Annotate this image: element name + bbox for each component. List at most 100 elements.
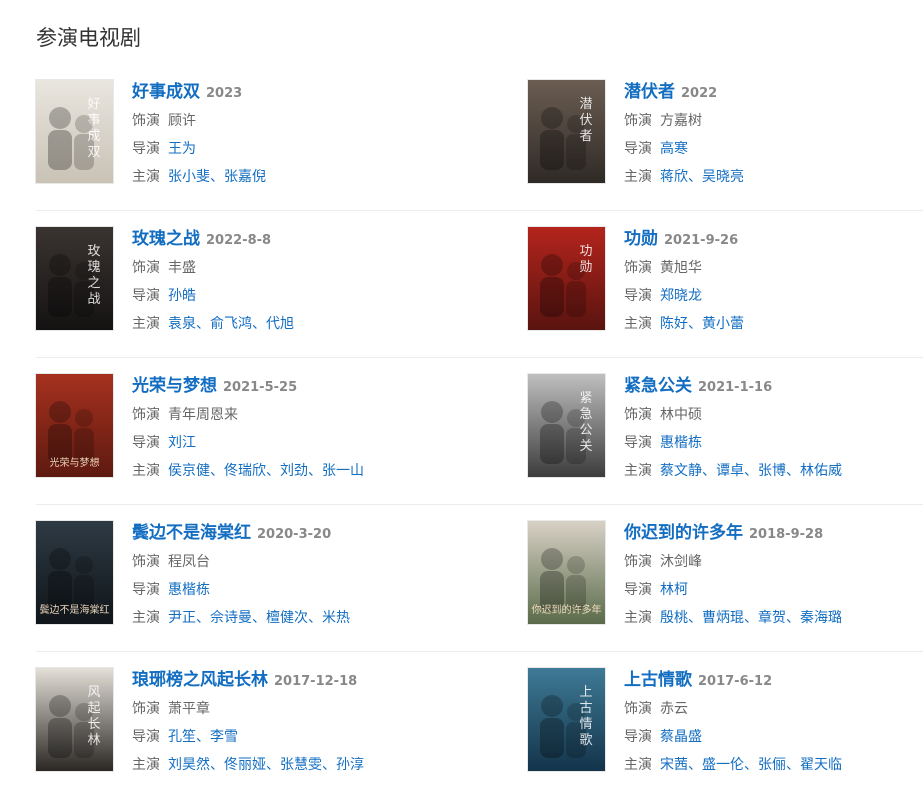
poster-image[interactable]: 玫瑰之战: [36, 227, 113, 330]
person-link[interactable]: 章贺: [758, 610, 786, 626]
svg-text:事: 事: [87, 113, 100, 128]
director-list: 郑晓龙: [660, 288, 702, 304]
person-link[interactable]: 张嘉倪: [224, 169, 266, 185]
role-value: 方嘉树: [660, 113, 702, 129]
cast-list: 尹正、佘诗曼、檀健次、米热: [168, 610, 350, 626]
series-title-link[interactable]: 潜伏者: [624, 82, 675, 102]
tv-series-grid: 好事成双 好事成双 2023 饰演 顾许 导演 王为 主演 张小斐、张嘉倪 潜伏者 潜伏…: [0, 0, 923, 799]
poster-image[interactable]: 功勋: [528, 227, 605, 330]
series-title-link[interactable]: 玫瑰之战: [132, 229, 200, 249]
separator: 、: [210, 757, 224, 773]
person-link[interactable]: 李雪: [210, 729, 238, 745]
poster-image[interactable]: 鬓边不是海棠红: [36, 521, 113, 624]
series-title-link[interactable]: 鬓边不是海棠红: [132, 523, 251, 543]
series-title-link[interactable]: 你迟到的许多年: [624, 523, 743, 543]
person-link[interactable]: 张一山: [322, 463, 364, 479]
series-title-link[interactable]: 光荣与梦想: [132, 376, 217, 396]
person-link[interactable]: 蒋欣: [660, 169, 688, 185]
series-title-link[interactable]: 上古情歌: [624, 670, 692, 690]
person-link[interactable]: 刘昊然: [168, 757, 210, 773]
person-link[interactable]: 檀健次: [266, 610, 308, 626]
svg-text:者: 者: [579, 129, 592, 144]
person-link[interactable]: 张博: [758, 463, 786, 479]
release-date: 2020-3-20: [257, 527, 332, 542]
row-divider: [36, 651, 923, 652]
person-link[interactable]: 米热: [322, 610, 350, 626]
person-link[interactable]: 刘江: [168, 435, 196, 451]
person-link[interactable]: 佘诗曼: [210, 610, 252, 626]
person-link[interactable]: 蔡文静: [660, 463, 702, 479]
separator: 、: [196, 729, 210, 745]
poster-image[interactable]: 你迟到的许多年: [528, 521, 605, 624]
person-link[interactable]: 谭卓: [716, 463, 744, 479]
poster-image[interactable]: 紧急公关: [528, 374, 605, 477]
person-link[interactable]: 王为: [168, 141, 196, 157]
person-link[interactable]: 代旭: [266, 316, 294, 332]
person-link[interactable]: 吴晓亮: [702, 169, 744, 185]
person-link[interactable]: 孔笙: [168, 729, 196, 745]
person-link[interactable]: 郑晓龙: [660, 288, 702, 304]
person-link[interactable]: 秦海璐: [800, 610, 842, 626]
person-link[interactable]: 孙淳: [336, 757, 364, 773]
person-link[interactable]: 袁泉: [168, 316, 196, 332]
tv-series-card: 风起长林 琅琊榜之风起长林 2017-12-18 饰演 萧平章 导演 孔笙、李雪 主演…: [36, 668, 456, 778]
separator: 、: [688, 316, 702, 332]
svg-text:潜: 潜: [579, 97, 592, 112]
poster-image[interactable]: 上古情歌: [528, 668, 605, 771]
role-label: 饰演: [624, 554, 652, 570]
person-link[interactable]: 宋茜: [660, 757, 688, 773]
title-line: 上古情歌 2017-6-12: [624, 668, 772, 694]
person-link[interactable]: 佟瑞欣: [224, 463, 266, 479]
person-link[interactable]: 曹炳琨: [702, 610, 744, 626]
cast-label: 主演: [132, 463, 160, 479]
person-link[interactable]: 盛一伦: [702, 757, 744, 773]
person-link[interactable]: 孙皓: [168, 288, 196, 304]
person-link[interactable]: 陈好: [660, 316, 688, 332]
director-row: 导演 孙皓: [132, 286, 196, 306]
person-link[interactable]: 殷桃: [660, 610, 688, 626]
series-title-link[interactable]: 功勋: [624, 229, 658, 249]
person-link[interactable]: 蔡晶盛: [660, 729, 702, 745]
director-row: 导演 蔡晶盛: [624, 727, 702, 747]
director-label: 导演: [132, 288, 160, 304]
person-link[interactable]: 惠楷栋: [660, 435, 702, 451]
person-link[interactable]: 林柯: [660, 582, 688, 598]
director-list: 刘江: [168, 435, 196, 451]
cast-row: 主演 宋茜、盛一伦、张俪、翟天临: [624, 755, 842, 775]
role-row: 饰演 黄旭华: [624, 258, 702, 278]
tv-series-card: 鬓边不是海棠红 鬓边不是海棠红 2020-3-20 饰演 程凤台 导演 惠楷栋 主演尹…: [36, 521, 456, 631]
poster-image[interactable]: 潜伏者: [528, 80, 605, 183]
person-link[interactable]: 林佑威: [800, 463, 842, 479]
person-link[interactable]: 张俪: [758, 757, 786, 773]
poster-artwork: 上古情歌: [528, 668, 605, 771]
person-link[interactable]: 俞飞鸿: [210, 316, 252, 332]
tv-series-card: 上古情歌 上古情歌 2017-6-12 饰演 赤云 导演 蔡晶盛 主演 宋茜、盛一伦、张…: [528, 668, 923, 778]
person-link[interactable]: 翟天临: [800, 757, 842, 773]
series-title-link[interactable]: 好事成双: [132, 82, 200, 102]
person-link[interactable]: 佟丽娅: [224, 757, 266, 773]
person-link[interactable]: 侯京健: [168, 463, 210, 479]
svg-text:紧: 紧: [579, 391, 592, 406]
cast-label: 主演: [624, 757, 652, 773]
person-link[interactable]: 高寒: [660, 141, 688, 157]
svg-text:战: 战: [87, 292, 100, 307]
person-link[interactable]: 张慧雯: [280, 757, 322, 773]
poster-image[interactable]: 好事成双: [36, 80, 113, 183]
person-link[interactable]: 惠楷栋: [168, 582, 210, 598]
person-link[interactable]: 刘劲: [280, 463, 308, 479]
person-link[interactable]: 尹正: [168, 610, 196, 626]
svg-text:你迟到的许多年: 你迟到的许多年: [532, 603, 602, 616]
role-value: 沐剑峰: [660, 554, 702, 570]
role-label: 饰演: [132, 701, 160, 717]
person-link[interactable]: 黄小蕾: [702, 316, 744, 332]
series-title-link[interactable]: 紧急公关: [624, 376, 692, 396]
director-list: 惠楷栋: [168, 582, 210, 598]
tv-series-card: 光荣与梦想 光荣与梦想 2021-5-25 饰演 青年周恩来 导演 刘江 主演 侯京健、…: [36, 374, 456, 484]
poster-image[interactable]: 光荣与梦想: [36, 374, 113, 477]
cast-label: 主演: [624, 463, 652, 479]
separator: 、: [210, 169, 224, 185]
poster-image[interactable]: 风起长林: [36, 668, 113, 771]
person-link[interactable]: 张小斐: [168, 169, 210, 185]
cast-row: 主演 陈好、黄小蕾: [624, 314, 744, 334]
series-title-link[interactable]: 琅琊榜之风起长林: [132, 670, 268, 690]
